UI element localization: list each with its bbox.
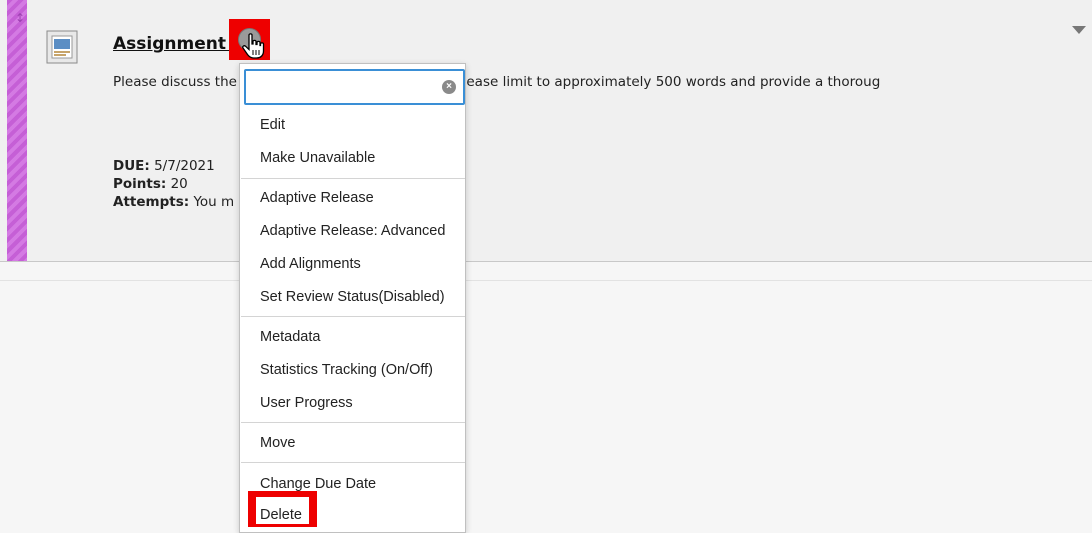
menu-item-adaptive-release-advanced[interactable]: Adaptive Release: Advanced xyxy=(241,215,465,247)
clear-search-icon[interactable]: × xyxy=(442,80,456,94)
menu-item-metadata[interactable]: Metadata xyxy=(241,321,465,353)
menu-item-user-progress[interactable]: User Progress xyxy=(241,387,465,419)
contextual-menu-button[interactable] xyxy=(229,19,270,60)
menu-divider xyxy=(241,178,465,179)
menu-divider xyxy=(241,422,465,423)
assignment-icon xyxy=(46,30,78,64)
contextual-menu: × Edit Make Unavailable Adaptive Release… xyxy=(239,63,466,533)
options-arrow-icon[interactable] xyxy=(1072,26,1086,34)
drag-handle-icon[interactable]: ↕ xyxy=(15,12,25,24)
due-value: 5/7/2021 xyxy=(154,158,215,174)
menu-item-make-unavailable[interactable]: Make Unavailable xyxy=(241,142,465,174)
menu-search-input[interactable] xyxy=(252,72,436,104)
menu-divider xyxy=(241,462,465,463)
menu-item-move[interactable]: Move xyxy=(241,427,465,459)
menu-item-delete[interactable]: Delete xyxy=(256,497,309,524)
points-label: Points: xyxy=(113,176,167,192)
points-value: 20 xyxy=(170,176,188,192)
menu-item-edit[interactable]: Edit xyxy=(241,109,465,141)
menu-item-set-review-status[interactable]: Set Review Status(Disabled) xyxy=(241,281,465,313)
menu-item-add-alignments[interactable]: Add Alignments xyxy=(241,248,465,280)
due-label: DUE: xyxy=(113,158,150,174)
assignment-item: ↕ Assignment 1 Please discuss the human … xyxy=(0,0,1092,262)
attempts-label: Attempts: xyxy=(113,194,190,210)
assignment-title-link[interactable]: Assignment 1 xyxy=(113,34,244,54)
hand-pointer-icon xyxy=(242,33,265,59)
menu-search-field[interactable]: × xyxy=(244,69,465,105)
menu-divider xyxy=(241,316,465,317)
drag-bar[interactable]: ↕ xyxy=(7,0,27,261)
menu-item-statistics-tracking[interactable]: Statistics Tracking (On/Off) xyxy=(241,354,465,386)
menu-item-adaptive-release[interactable]: Adaptive Release xyxy=(241,182,465,214)
content-area-empty xyxy=(0,280,1092,522)
